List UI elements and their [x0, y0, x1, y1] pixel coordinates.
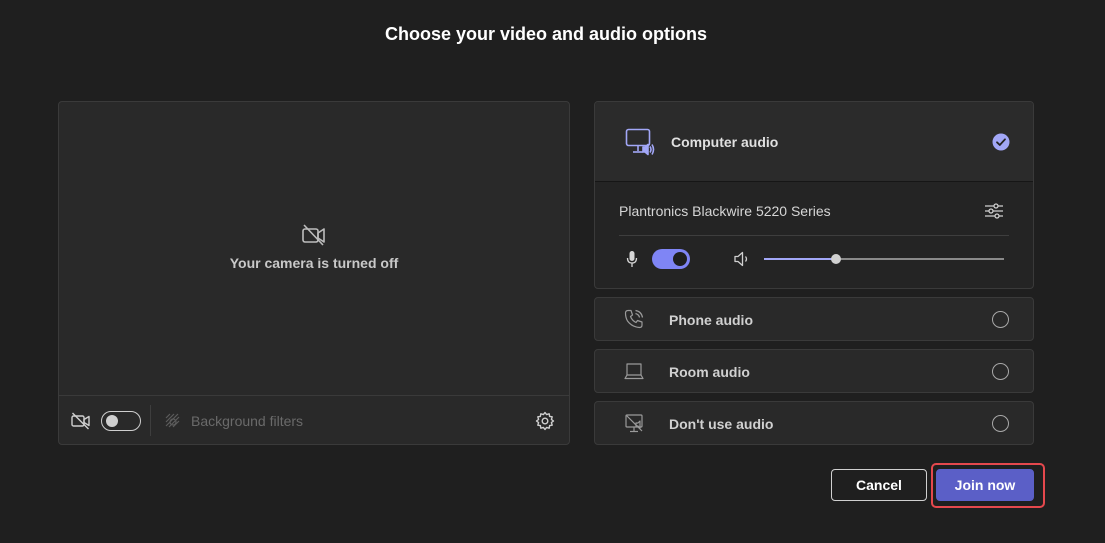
- audio-device-name: Plantronics Blackwire 5220 Series: [619, 203, 831, 219]
- volume-slider-fill: [764, 258, 836, 260]
- phone-audio-option[interactable]: Phone audio: [594, 297, 1034, 341]
- device-divider: [619, 235, 1009, 236]
- background-filters-icon: [165, 413, 180, 428]
- microphone-toggle[interactable]: [652, 249, 690, 269]
- room-audio-option[interactable]: Room audio: [594, 349, 1034, 393]
- gear-icon[interactable]: [535, 411, 555, 431]
- room-icon: [624, 363, 644, 380]
- video-preview: Your camera is turned off: [59, 102, 569, 395]
- toggle-knob: [106, 415, 118, 427]
- microphone-icon: [626, 251, 638, 267]
- video-toolbar: Background filters: [59, 395, 569, 444]
- toolbar-divider: [150, 405, 151, 436]
- volume-slider[interactable]: [764, 254, 1004, 264]
- cancel-button[interactable]: Cancel: [831, 469, 927, 501]
- no-audio-radio[interactable]: [992, 415, 1009, 432]
- camera-toggle[interactable]: [101, 411, 141, 431]
- phone-audio-radio[interactable]: [992, 311, 1009, 328]
- computer-audio-panel: Computer audio Plantronics Blackwire 522…: [594, 101, 1034, 289]
- page-title: Choose your video and audio options: [384, 24, 707, 44]
- room-audio-label: Room audio: [669, 364, 750, 380]
- no-audio-icon: [625, 414, 643, 433]
- join-now-button[interactable]: Join now: [936, 469, 1034, 501]
- camera-off-icon: [71, 412, 90, 430]
- computer-audio-option[interactable]: Computer audio: [595, 102, 1033, 182]
- volume-slider-thumb[interactable]: [831, 254, 841, 264]
- phone-icon: [624, 309, 644, 329]
- toggle-knob: [673, 252, 687, 266]
- phone-audio-label: Phone audio: [669, 312, 753, 328]
- no-audio-label: Don't use audio: [669, 416, 774, 432]
- camera-off-message: Your camera is turned off: [229, 255, 399, 271]
- video-preview-panel: Your camera is turned off Background fil…: [58, 101, 570, 445]
- device-settings-icon[interactable]: [984, 202, 1004, 220]
- background-filters-button[interactable]: Background filters: [191, 413, 303, 429]
- computer-audio-icon: [625, 128, 655, 156]
- no-audio-option[interactable]: Don't use audio: [594, 401, 1034, 445]
- speaker-icon: [734, 251, 748, 267]
- camera-off-icon: [302, 224, 325, 246]
- computer-audio-label: Computer audio: [671, 134, 779, 150]
- check-circle-icon: [992, 133, 1010, 151]
- room-audio-radio[interactable]: [992, 363, 1009, 380]
